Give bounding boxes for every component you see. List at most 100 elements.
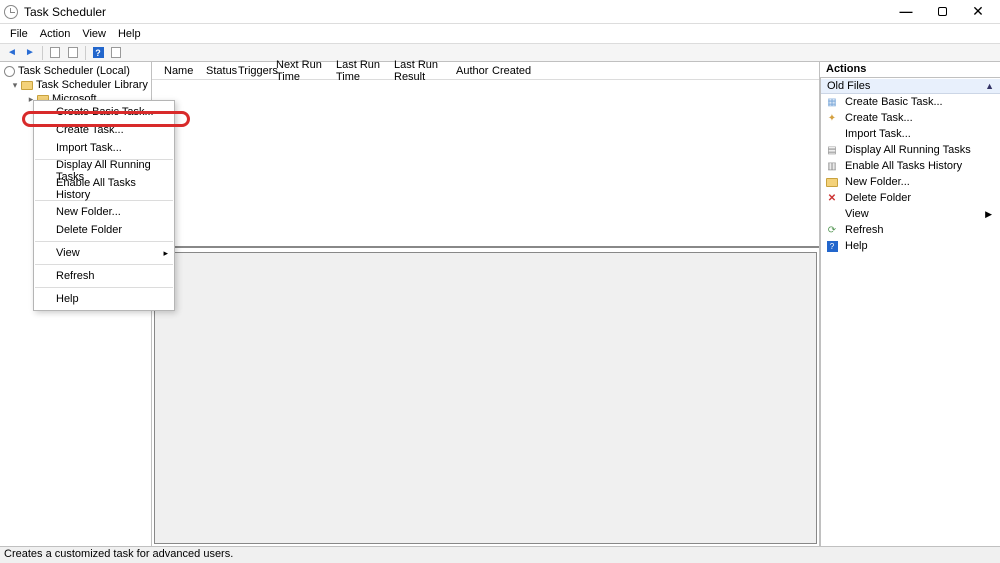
toolbar-doc3-button[interactable]	[108, 46, 124, 60]
toolbar-divider	[42, 46, 43, 60]
action-label: View	[845, 208, 869, 220]
action-label: Create Basic Task...	[845, 96, 943, 108]
submenu-icon: ▶	[985, 209, 992, 220]
list-header: Name Status Triggers Next Run Time Last …	[152, 62, 819, 80]
window-title: Task Scheduler	[24, 5, 888, 19]
ctx-create-basic-task[interactable]: Create Basic Task...	[34, 103, 174, 121]
wizard-icon: ▦	[825, 95, 839, 109]
actions-group[interactable]: Old Files ▲	[821, 78, 1000, 94]
ctx-enable-history[interactable]: Enable All Tasks History	[34, 180, 174, 198]
col-triggers[interactable]: Triggers	[232, 65, 270, 77]
action-delete-folder[interactable]: ✕ Delete Folder	[821, 190, 1000, 206]
collapse-icon: ▲	[985, 81, 994, 91]
action-display-running[interactable]: ▤ Display All Running Tasks	[821, 142, 1000, 158]
ctx-import-task[interactable]: Import Task...	[34, 139, 174, 157]
blank-icon	[825, 127, 839, 141]
toolbar: ◄ ► ?	[0, 44, 1000, 62]
col-status[interactable]: Status	[200, 65, 232, 77]
doc-icon	[68, 47, 78, 58]
help-icon: ?	[93, 47, 104, 58]
blank-icon	[825, 207, 839, 221]
ctx-label: Enable All Tasks History	[56, 177, 156, 201]
actions-header: Actions	[820, 62, 1000, 78]
col-nextrun[interactable]: Next Run Time	[270, 59, 330, 83]
doc-icon	[111, 47, 121, 58]
expand-icon: ▾	[10, 80, 20, 91]
action-label: Import Task...	[845, 128, 911, 140]
menu-view[interactable]: View	[76, 28, 112, 40]
ctx-label: Create Task...	[56, 124, 124, 136]
action-view[interactable]: View ▶	[821, 206, 1000, 222]
col-lastresult[interactable]: Last Run Result	[388, 59, 450, 83]
action-create-basic-task[interactable]: ▦ Create Basic Task...	[821, 94, 1000, 110]
maximize-icon	[938, 7, 947, 16]
action-label: Create Task...	[845, 112, 913, 124]
menu-file[interactable]: File	[4, 28, 34, 40]
ctx-refresh[interactable]: Refresh	[34, 267, 174, 285]
ctx-new-folder[interactable]: New Folder...	[34, 203, 174, 221]
task-list[interactable]	[152, 80, 819, 248]
statusbar: Creates a customized task for advanced u…	[0, 546, 1000, 563]
tree-root[interactable]: Task Scheduler (Local)	[0, 64, 151, 78]
ctx-label: Delete Folder	[56, 224, 122, 236]
action-refresh[interactable]: ⟳ Refresh	[821, 222, 1000, 238]
ctx-create-task[interactable]: Create Task...	[34, 121, 174, 139]
ctx-label: Help	[56, 293, 79, 305]
list-icon: ▤	[825, 143, 839, 157]
toolbar-help-button[interactable]: ?	[90, 46, 106, 60]
toolbar-divider	[85, 46, 86, 60]
history-icon: ▥	[825, 159, 839, 173]
ctx-delete-folder[interactable]: Delete Folder	[34, 221, 174, 239]
action-label: Help	[845, 240, 868, 252]
tree-library-label: Task Scheduler Library	[36, 79, 148, 91]
ctx-label: New Folder...	[56, 206, 121, 218]
action-label: New Folder...	[845, 176, 910, 188]
detail-panel	[154, 252, 817, 544]
maximize-button[interactable]	[924, 0, 960, 24]
folder-icon	[20, 79, 34, 91]
col-created[interactable]: Created	[486, 65, 537, 77]
refresh-icon: ⟳	[825, 223, 839, 237]
menu-help[interactable]: Help	[112, 28, 147, 40]
titlebar: Task Scheduler — ✕	[0, 0, 1000, 24]
status-text: Creates a customized task for advanced u…	[4, 548, 233, 560]
action-help[interactable]: ? Help	[821, 238, 1000, 254]
submenu-icon: ▸	[163, 248, 168, 259]
app-clock-icon	[4, 5, 18, 19]
help-icon: ?	[825, 239, 839, 253]
action-label: Delete Folder	[845, 192, 911, 204]
toolbar-doc1-button[interactable]	[47, 46, 63, 60]
action-enable-history[interactable]: ▥ Enable All Tasks History	[821, 158, 1000, 174]
minimize-button[interactable]: —	[888, 0, 924, 24]
menu-action[interactable]: Action	[34, 28, 77, 40]
col-author[interactable]: Author	[450, 65, 486, 77]
center-pane: Name Status Triggers Next Run Time Last …	[152, 62, 820, 546]
tree-library[interactable]: ▾ Task Scheduler Library	[0, 78, 151, 92]
toolbar-doc2-button[interactable]	[65, 46, 81, 60]
ctx-label: Create Basic Task...	[56, 106, 154, 118]
actions-list: Old Files ▲ ▦ Create Basic Task... ✦ Cre…	[820, 78, 1000, 546]
action-import-task[interactable]: Import Task...	[821, 126, 1000, 142]
clock-icon	[2, 65, 16, 77]
ctx-view[interactable]: View ▸	[34, 244, 174, 262]
ctx-label: Import Task...	[56, 142, 122, 154]
doc-icon	[50, 47, 60, 58]
ctx-label: View	[56, 247, 80, 259]
actions-pane: Actions Old Files ▲ ▦ Create Basic Task.…	[820, 62, 1000, 546]
back-button[interactable]: ◄	[4, 46, 20, 60]
folder-icon	[825, 175, 839, 189]
ctx-help[interactable]: Help	[34, 290, 174, 308]
ctx-label: Refresh	[56, 270, 95, 282]
tree-root-label: Task Scheduler (Local)	[18, 65, 130, 77]
action-label: Enable All Tasks History	[845, 160, 962, 172]
forward-button[interactable]: ►	[22, 46, 38, 60]
action-label: Refresh	[845, 224, 884, 236]
close-button[interactable]: ✕	[960, 0, 996, 24]
col-name[interactable]: Name	[158, 65, 200, 77]
ctx-separator	[35, 264, 173, 265]
ctx-separator	[35, 241, 173, 242]
action-new-folder[interactable]: New Folder...	[821, 174, 1000, 190]
action-create-task[interactable]: ✦ Create Task...	[821, 110, 1000, 126]
spark-icon: ✦	[825, 111, 839, 125]
col-lastrun[interactable]: Last Run Time	[330, 59, 388, 83]
